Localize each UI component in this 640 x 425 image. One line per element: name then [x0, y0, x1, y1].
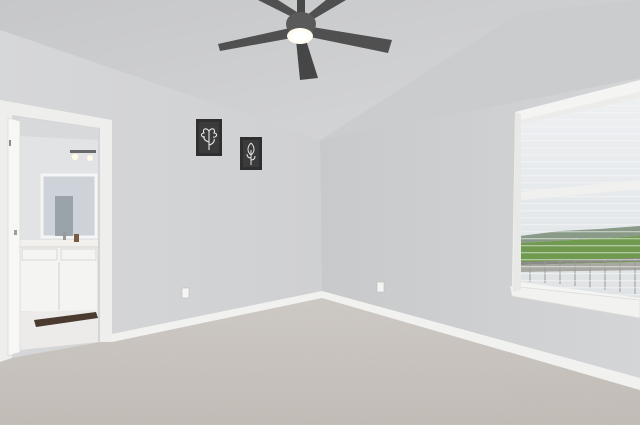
mirror-reflection	[55, 196, 73, 236]
faucet	[63, 232, 66, 240]
outlet-left	[181, 287, 190, 299]
ensuite-doorway	[0, 100, 112, 362]
bedroom-photo	[0, 0, 640, 425]
vanity-counter	[20, 240, 98, 247]
soap-dispenser	[74, 234, 79, 242]
open-door	[7, 117, 21, 357]
fan-downrod	[297, 0, 305, 14]
window-with-blinds	[509, 80, 640, 319]
outlet-right	[376, 281, 385, 293]
bedroom-illustration	[0, 0, 640, 425]
wall-art-left	[196, 119, 222, 156]
vanity-light-bulb-1	[71, 153, 79, 161]
fan-light-icon	[291, 31, 309, 41]
door-hinge	[9, 140, 11, 146]
door-knob	[14, 230, 17, 235]
vanity-light-bulb-2	[87, 155, 93, 161]
vanity-light-bar	[70, 150, 96, 153]
wall-art-right	[240, 137, 262, 170]
